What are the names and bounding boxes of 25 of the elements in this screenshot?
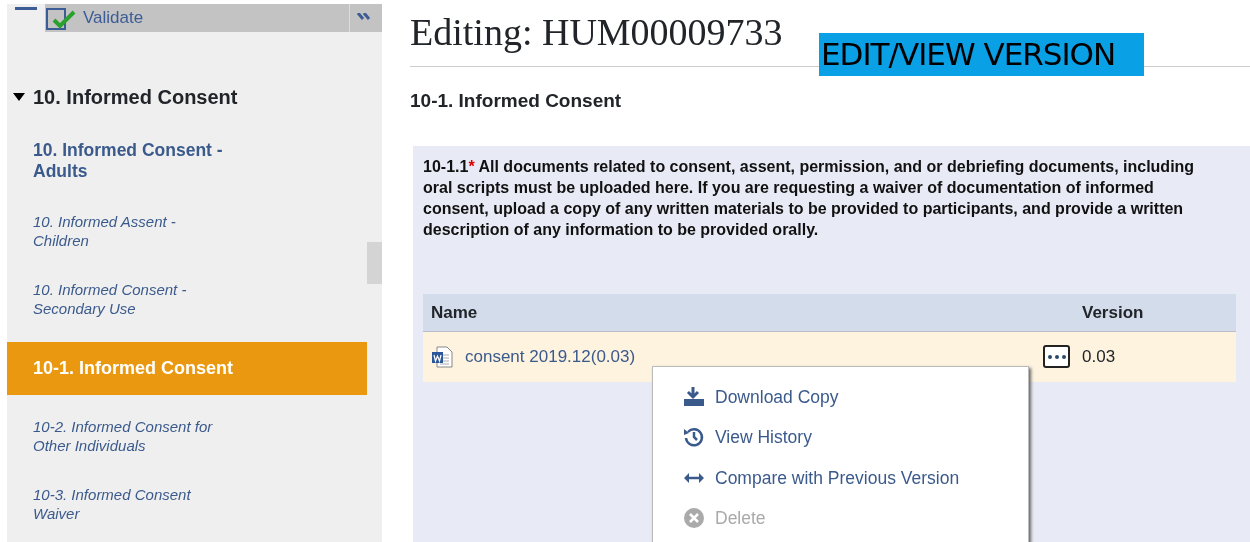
column-header: Version	[1082, 301, 1145, 324]
caret-icon	[13, 93, 25, 101]
scrollbar-thumb[interactable]	[367, 242, 382, 284]
column-header: Name	[431, 301, 479, 324]
menu-item[interactable]: View History	[683, 417, 812, 458]
sidebar-item[interactable]: 10. Informed Consent - Secondary Use	[7, 274, 367, 326]
history-icon	[683, 426, 705, 449]
sidebar-item[interactable]: 10. Informed Assent - Children	[7, 206, 367, 258]
sidebar-item[interactable]: 10-2. Informed Consent for Other Individuals	[7, 411, 367, 463]
sidebar-item[interactable]: 10-3. Informed Consent Waiver	[7, 479, 367, 531]
more-button[interactable]	[1043, 345, 1070, 369]
table-cell-text: 0.03	[1082, 346, 1117, 368]
sidebar-section[interactable]: 10. Informed Consent	[13, 82, 382, 112]
sidebar-item[interactable]: 10. Informed Consent - Adults	[7, 134, 367, 190]
annotation-label: EDIT/VIEW VERSION	[819, 33, 1144, 76]
collapse-icon[interactable]	[356, 12, 372, 21]
file-link[interactable]: consent 2019.12(0.03)	[465, 344, 636, 370]
menu-item[interactable]: Compare with Previous Version	[683, 457, 960, 498]
close-icon	[683, 506, 705, 529]
question-text: 10-1.1* All documents related to consent, assent, permission, and or debriefing documents, including oral scripts must be uploaded here. If you are requesting a waiver of documentation of informed consent, upload a copy of any written materials to be provided to participants, and provide a written description of any information to be provided orally.	[423, 156, 1196, 240]
word-document-icon	[431, 345, 453, 368]
section-title: 10-1. Informed Consent	[410, 89, 623, 113]
download-icon	[683, 386, 705, 409]
menu-item[interactable]: Download Copy	[683, 377, 839, 418]
menu-icon[interactable]	[15, 4, 37, 12]
